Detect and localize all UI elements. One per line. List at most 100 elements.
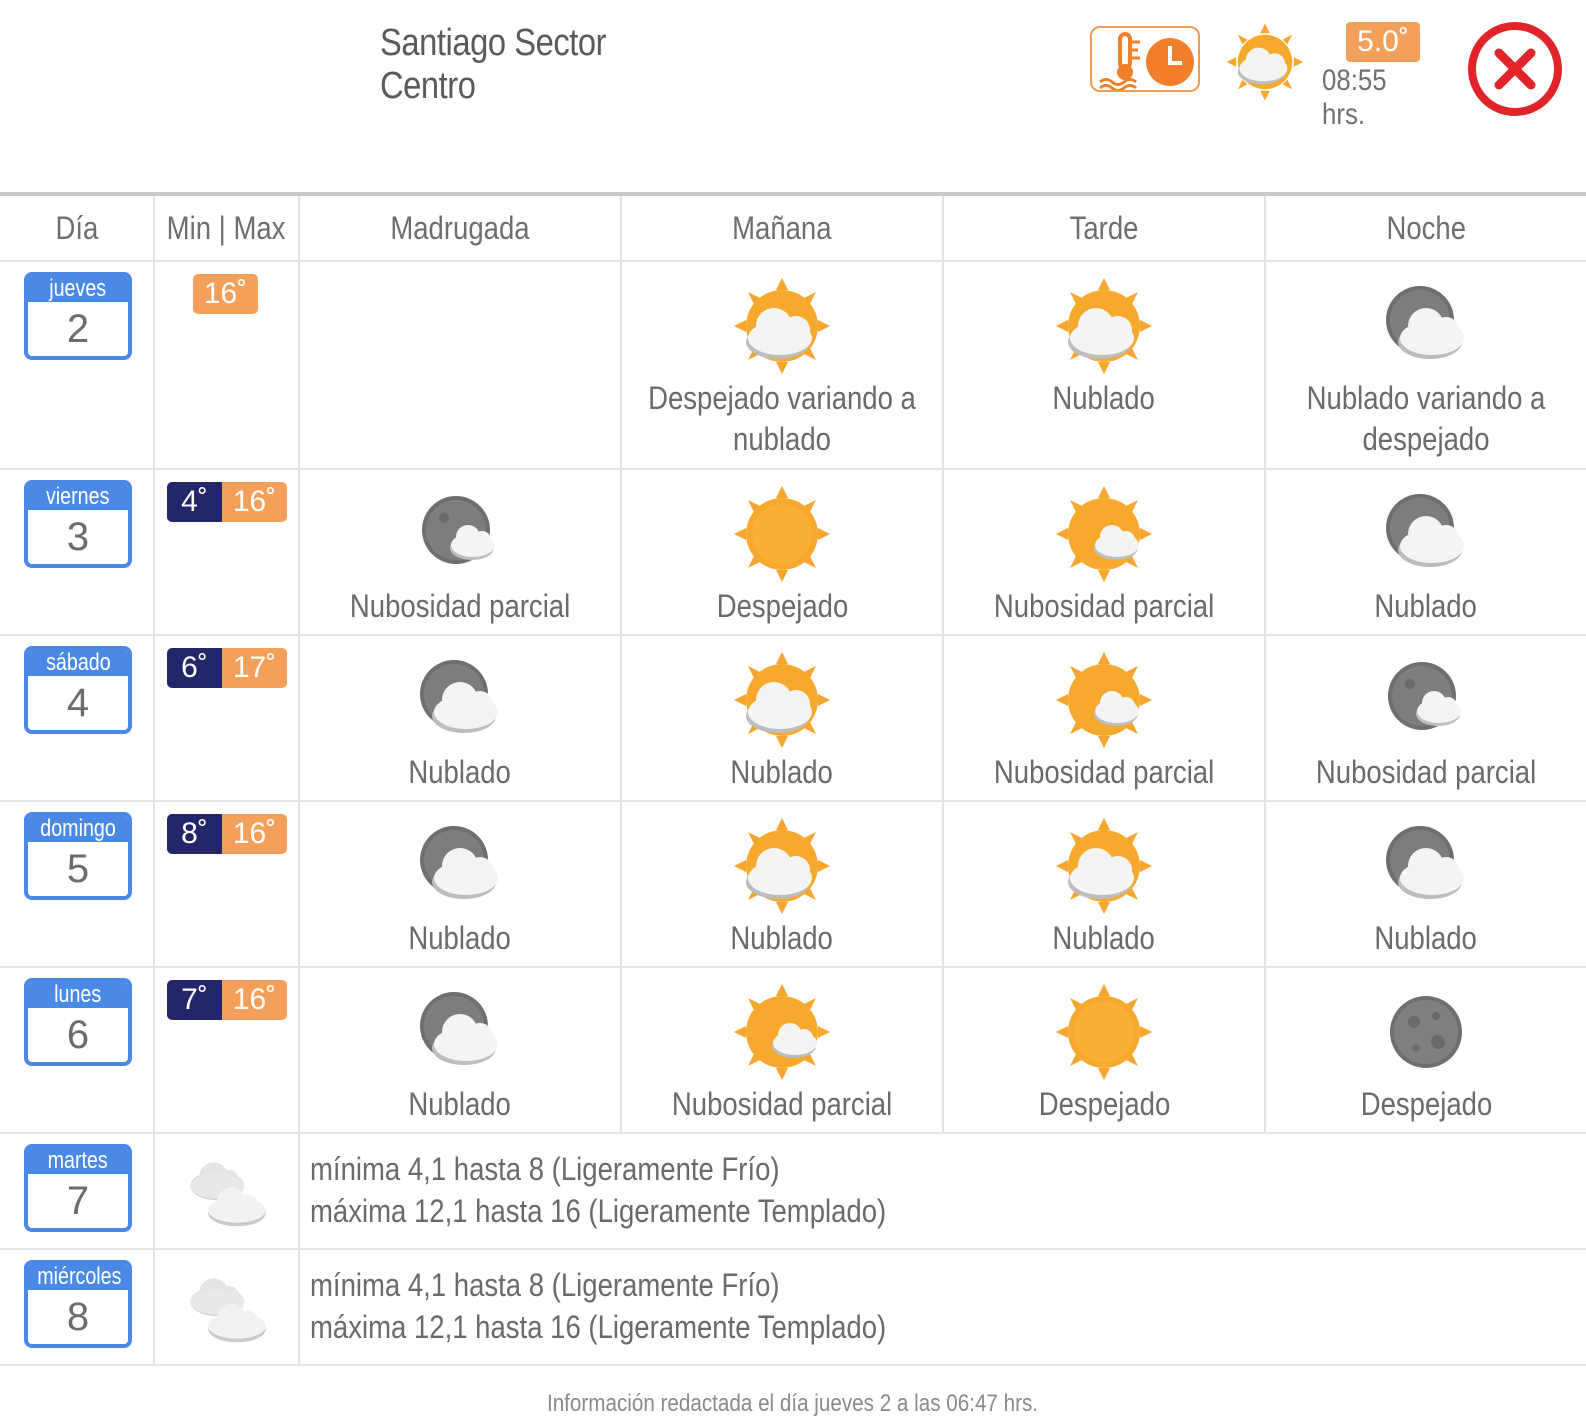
column-header-noche: Noche	[1386, 209, 1466, 246]
table-row: viernes 3 4˚ 16˚ Nubosidad parcial Despejado N…	[0, 470, 1586, 636]
period-cell: Nublado	[300, 968, 622, 1132]
period-cell: Nubosidad parcial	[944, 636, 1266, 800]
clouds-icon	[190, 1278, 266, 1343]
period-cell: Despejado	[622, 470, 944, 634]
calendar-icon: lunes 6	[24, 978, 132, 1066]
minmax-badge: 4˚ 16˚	[167, 482, 287, 522]
weather-description: Nublado	[1374, 588, 1478, 624]
weather-icon	[732, 982, 832, 1082]
minmax-cell: 7˚ 16˚	[155, 968, 300, 1132]
period-cell: Nubosidad parcial	[622, 968, 944, 1132]
calendar-weekday: jueves	[28, 276, 128, 302]
weather-icon	[1376, 650, 1476, 750]
period-cell: Despejado	[944, 968, 1266, 1132]
period-cell: Nublado	[622, 636, 944, 800]
day-cell: martes 7	[0, 1134, 155, 1248]
weather-description: Nublado	[1052, 920, 1156, 956]
column-header-tarde: Tarde	[944, 196, 1266, 260]
column-header-minmax: Min | Max	[155, 196, 300, 260]
day-cell: lunes 6	[0, 968, 155, 1132]
period-cell: Despejado	[1266, 968, 1586, 1132]
table-row: miércoles 8 mínima 4,1 hasta 8 (Ligerament…	[0, 1250, 1586, 1366]
period-cell: Nubosidad parcial	[944, 470, 1266, 634]
minmax-cell: 4˚ 16˚	[155, 470, 300, 634]
calendar-day: 6	[66, 1013, 90, 1057]
thermometer-clock-button[interactable]	[1090, 26, 1200, 92]
clouds-icon	[190, 1162, 266, 1227]
calendar-weekday: martes	[28, 1148, 128, 1174]
current-weather-icon	[1225, 22, 1305, 102]
minmax-badge: 6˚ 17˚	[167, 648, 287, 688]
weather-icon	[183, 1264, 273, 1354]
max-temp: 16˚	[193, 274, 258, 314]
weather-description: Nublado	[408, 754, 512, 790]
table-row: martes 7 mínima 4,1 hasta 8 (Ligeramente F…	[0, 1134, 1586, 1250]
calendar-day: 5	[66, 847, 90, 891]
thermometer-clock-icon	[1099, 32, 1194, 90]
calendar-day: 4	[66, 681, 90, 725]
weather-icon	[732, 484, 832, 584]
weather-icon	[732, 650, 832, 750]
minmax-cell: 6˚ 17˚	[155, 636, 300, 800]
forecast-table: Día Min | Max Madrugada Mañana Tarde Noc…	[0, 192, 1586, 1366]
weather-description: Nubosidad parcial	[671, 1086, 893, 1122]
weather-description: Nubosidad parcial	[349, 588, 571, 624]
moon-cloud-partial-icon	[422, 496, 495, 564]
min-range-text: mínima 4,1 hasta 8 (Ligeramente Frío)	[310, 1267, 780, 1303]
calendar-day: 8	[66, 1295, 90, 1339]
period-cell: Nublado	[1266, 470, 1586, 634]
moon-cloud-icon	[1386, 826, 1464, 899]
weather-description: Nublado	[730, 920, 834, 956]
day-cell: miércoles 8	[0, 1250, 155, 1364]
sun-icon	[1056, 984, 1152, 1080]
minmax-cell	[155, 1250, 300, 1364]
calendar-icon: viernes 3	[24, 480, 132, 568]
moon-cloud-icon	[420, 826, 498, 899]
weather-icon	[1376, 276, 1476, 376]
minmax-cell: 8˚ 16˚	[155, 802, 300, 966]
sun-cloud-icon	[734, 278, 830, 374]
sun-cloud-partial-icon	[1056, 652, 1152, 748]
current-temperature-badge: 5.0˚	[1346, 22, 1420, 62]
close-icon	[1468, 22, 1562, 116]
footer-note: Información redactada el día jueves 2 a …	[547, 1390, 1039, 1417]
sun-cloud-icon	[1226, 23, 1304, 101]
weather-description: Despejado variando a nublado	[648, 380, 916, 457]
min-range-text: mínima 4,1 hasta 8 (Ligeramente Frío)	[310, 1151, 780, 1187]
sun-cloud-partial-icon	[1056, 486, 1152, 582]
weather-icon	[410, 650, 510, 750]
sun-cloud-icon	[734, 818, 830, 914]
sun-icon	[734, 486, 830, 582]
day-cell: viernes 3	[0, 470, 155, 634]
sun-cloud-icon	[1056, 818, 1152, 914]
moon-cloud-icon	[1386, 494, 1464, 567]
weather-icon	[732, 816, 832, 916]
table-header: Día Min | Max Madrugada Mañana Tarde Noc…	[0, 196, 1586, 262]
calendar-day: 3	[66, 515, 90, 559]
minmax-cell: 16˚	[155, 262, 300, 468]
weather-description: Despejado	[716, 588, 848, 624]
weather-icon	[410, 982, 510, 1082]
table-row: jueves 2 16˚ Despejado variando a nublado Nu…	[0, 262, 1586, 470]
calendar-weekday: domingo	[28, 816, 128, 842]
max-temp: 16˚	[222, 980, 287, 1020]
column-header-day: Día	[0, 196, 155, 260]
calendar-icon: sábado 4	[24, 646, 132, 734]
column-header-manana: Mañana	[622, 196, 944, 260]
weather-icon	[1054, 484, 1154, 584]
day-cell: sábado 4	[0, 636, 155, 800]
weather-description: Nublado	[408, 920, 512, 956]
min-temp: 7˚	[167, 980, 222, 1020]
weather-description: Nubosidad parcial	[993, 588, 1215, 624]
table-row: domingo 5 8˚ 16˚ Nublado Nublado Nublado Nublad…	[0, 802, 1586, 968]
period-cell: Nubosidad parcial	[1266, 636, 1586, 800]
weather-icon	[1376, 982, 1476, 1082]
minmax-cell	[155, 1134, 300, 1248]
period-cell: Nubosidad parcial	[300, 470, 622, 634]
max-temp: 17˚	[222, 648, 287, 688]
period-cell: Despejado variando a nublado	[622, 262, 944, 468]
calendar-weekday: miércoles	[28, 1264, 128, 1290]
close-button[interactable]	[1466, 20, 1564, 118]
day-cell: jueves 2	[0, 262, 155, 468]
weather-icon	[410, 816, 510, 916]
